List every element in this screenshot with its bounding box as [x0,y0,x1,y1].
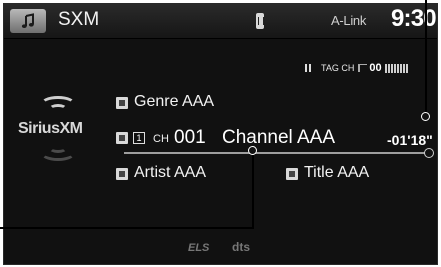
els-logo: ELS [188,242,210,254]
signal-waves-icon [40,94,76,114]
source-title: SXM [58,9,100,30]
volume-bar [405,63,408,73]
bluetooth-icon [256,13,264,29]
volume-bar [390,63,393,73]
volume-icon [358,64,368,72]
header-bar: SXM A-Link 9:30 [4,4,437,39]
channel-number: 001 [174,127,206,148]
artist-icon [116,168,128,180]
volume-bar [396,63,399,73]
volume-value: 00 [369,62,382,74]
genre-icon [116,97,128,109]
volume-indicator: 00 [358,62,408,74]
music-note-glyph [21,13,34,28]
progress-bar[interactable] [124,152,427,154]
siriusxm-logo: SiriusXM [18,94,98,169]
volume-bar [399,63,402,73]
elapsed-time: -01'18" [387,132,433,148]
preset-number: 1 [133,132,145,144]
callout-dot-channel [248,146,257,155]
progress-knob[interactable] [424,148,434,158]
volume-bar [393,63,396,73]
ch-label: CH [153,133,169,145]
artist-name: Artist AAA [134,164,207,181]
music-icon[interactable] [10,9,46,33]
dts-logo: dts [232,240,250,254]
callout-dot-clock [421,112,430,121]
title-icon [286,168,298,180]
logo-text: SiriusXM [18,120,83,137]
tag-ch-label: TAG CH [321,63,355,73]
category-icon [116,132,128,144]
volume-bar [387,63,390,73]
callout-line-clock [425,0,427,114]
channel-name: Channel AAA [222,127,336,148]
song-title: Title AAA [304,164,370,181]
callout-line-channel-h [0,227,254,229]
callout-line-channel [252,154,254,229]
signal-waves-reflection-icon [40,142,76,166]
status-row: TAG CH 00 [305,61,408,75]
clock: 9:30 [391,5,437,32]
volume-bars [384,63,408,73]
genre-name: Genre AAA [134,93,215,110]
pause-icon [305,64,311,72]
volume-bar [384,63,387,73]
volume-bar [402,63,405,73]
alink-status: A-Link [331,13,367,28]
audio-screen: SXM A-Link 9:30 TAG CH 00 SiriusXM Genre… [3,3,438,265]
